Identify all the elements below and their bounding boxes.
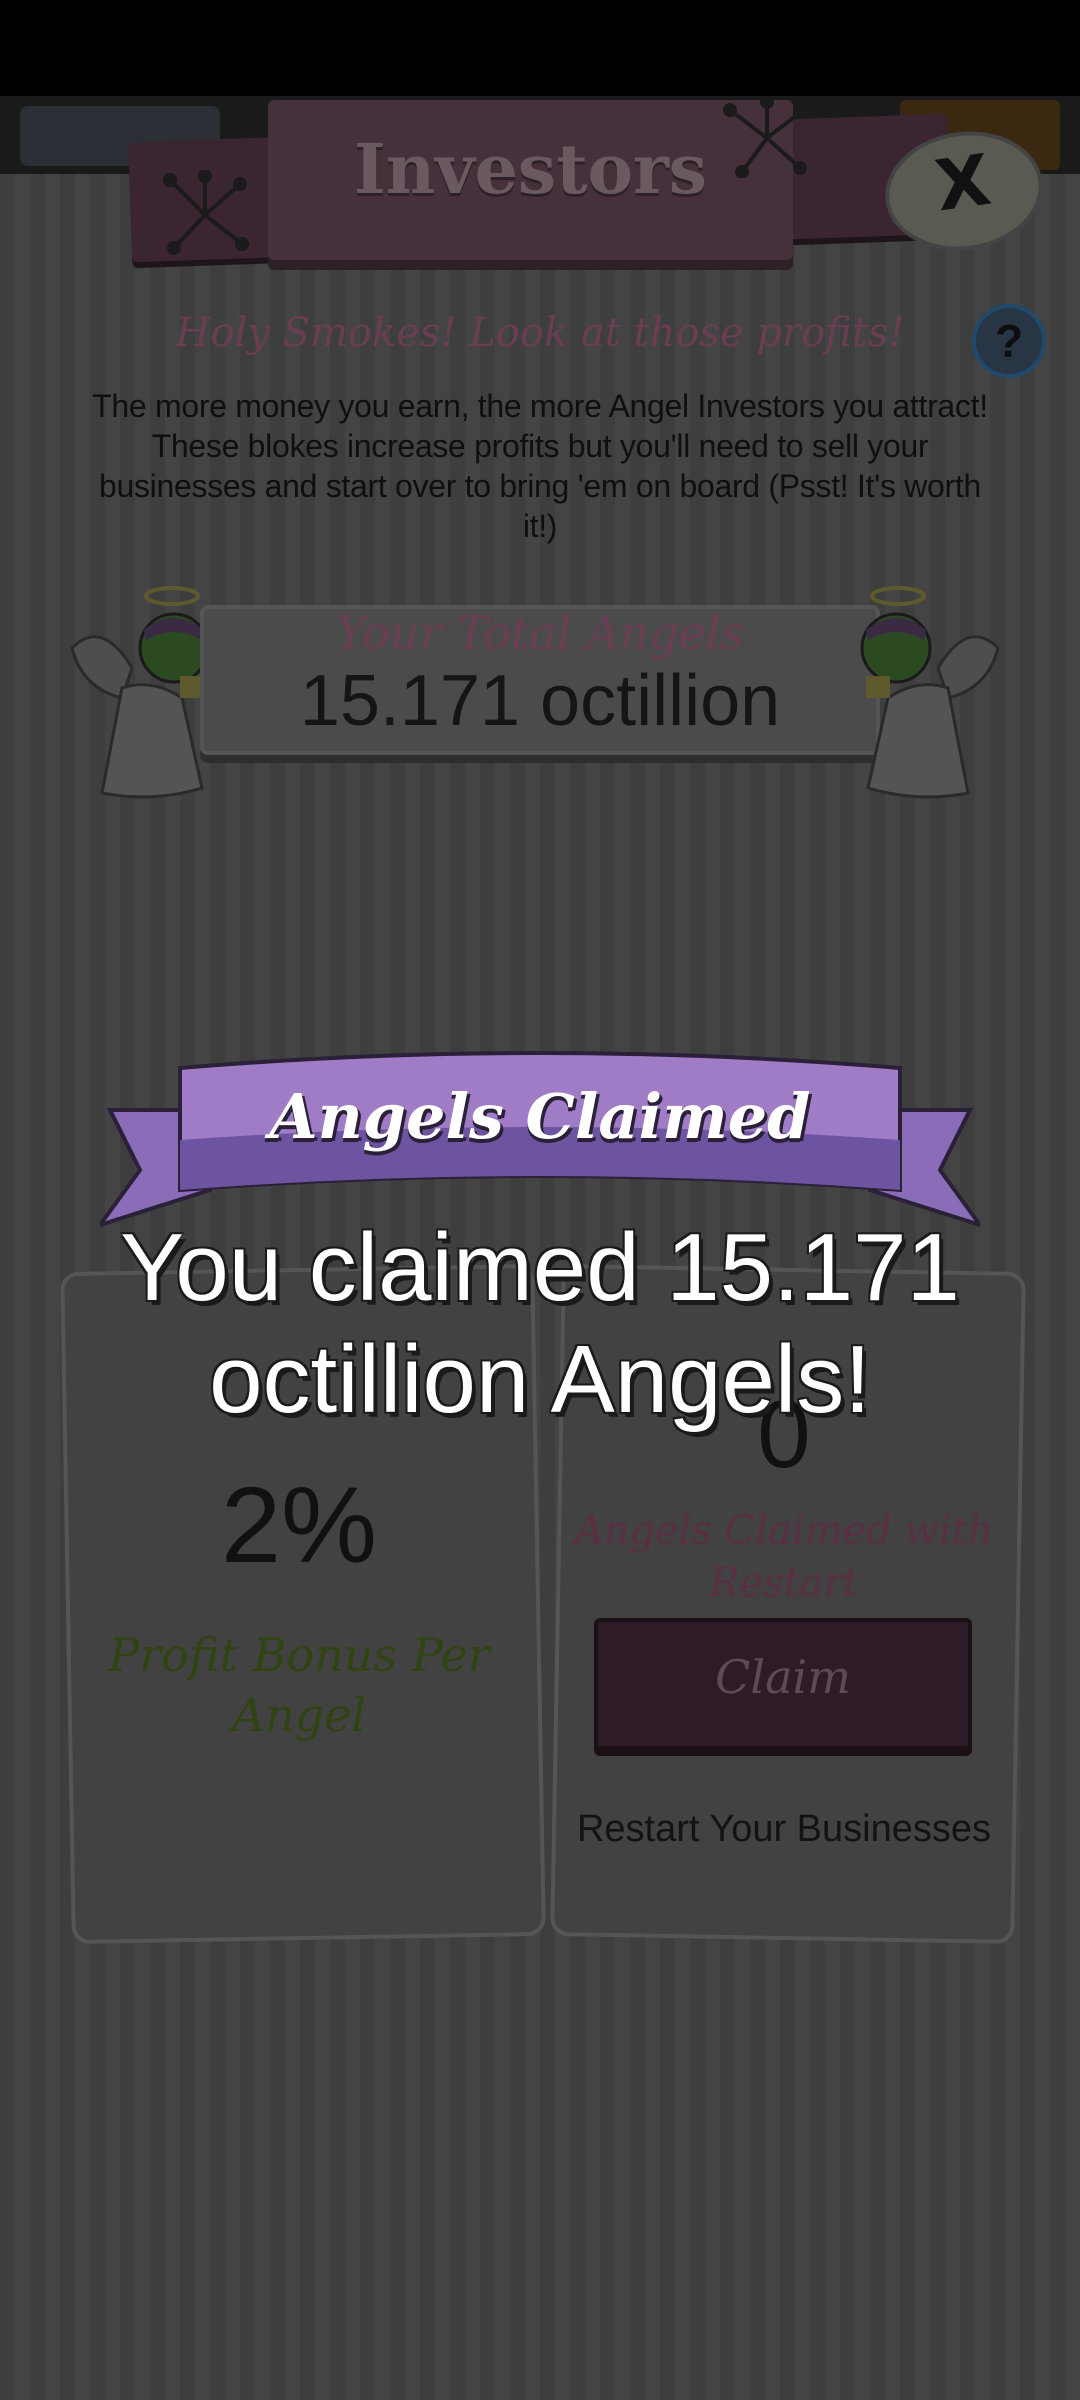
page-title: Investors — [353, 130, 708, 210]
starburst-icon — [163, 170, 249, 255]
profit-bonus-value: 2% — [220, 1464, 378, 1585]
description-text: The more money you earn, the more Angel … — [92, 388, 988, 544]
total-angels-label: Your Total Angels — [335, 606, 745, 660]
angel-mascot-icon — [860, 586, 1000, 799]
total-angels-value: 15.171 octillion — [299, 661, 781, 741]
claim-button-label: Claim — [715, 1650, 851, 1704]
subtitle: Holy Smokes! Look at those profits! — [175, 310, 905, 356]
popup-message: You claimed 15.171 octillion Angels! — [120, 1214, 960, 1433]
starburst-icon — [723, 98, 812, 178]
claim-button[interactable]: Claim — [594, 1618, 972, 1750]
status-bar — [0, 0, 1080, 96]
angels-claimed-label: Angels Claimed with Restart — [574, 1508, 994, 1606]
question-icon: ? — [994, 315, 1024, 367]
popup-title: Angels Claimed — [269, 1080, 811, 1153]
profit-bonus-label: Profit Bonus Per Angel — [108, 1628, 490, 1742]
restart-label: Restart Your Businesses — [576, 1808, 991, 1850]
help-button[interactable]: ? — [972, 304, 1046, 378]
